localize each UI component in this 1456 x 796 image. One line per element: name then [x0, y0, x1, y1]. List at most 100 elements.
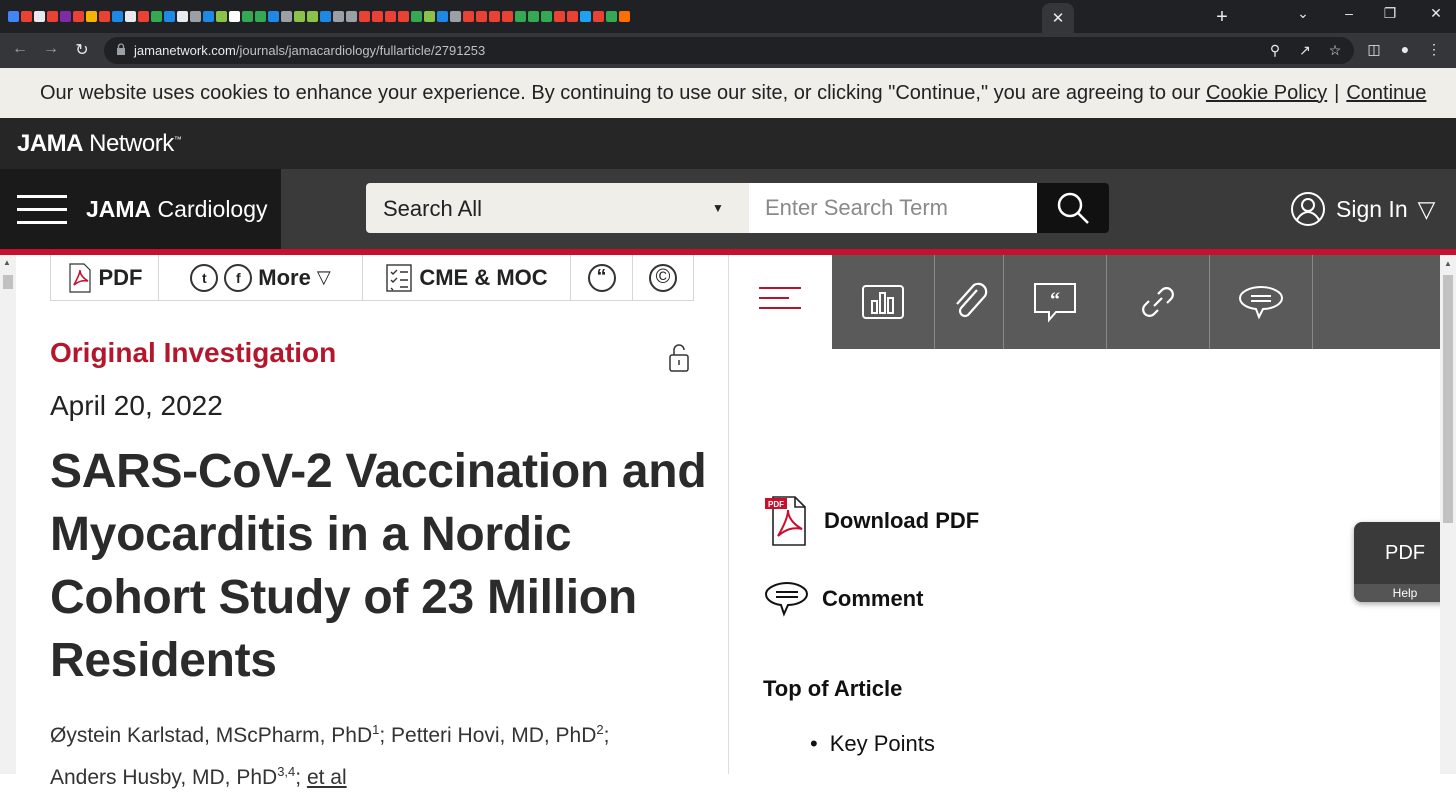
share-tool[interactable]: t f More ▽ [159, 255, 363, 300]
tab-favicon[interactable] [255, 11, 266, 22]
author-name[interactable]: Øystein Karlstad, MScPharm, PhD [50, 724, 372, 747]
journal-name[interactable]: JAMA Cardiology [86, 196, 268, 223]
tab-favicon[interactable] [502, 11, 513, 22]
maximize-button[interactable]: ❐ [1375, 5, 1405, 22]
tab-close-icon[interactable]: ✕ [1052, 9, 1065, 27]
tab-figures[interactable] [832, 255, 935, 349]
tab-favicon[interactable] [151, 11, 162, 22]
tab-favicon[interactable] [346, 11, 357, 22]
jama-network-logo[interactable]: JAMA Network™ [17, 130, 182, 158]
tab-favicon[interactable] [580, 11, 591, 22]
top-of-article-link[interactable]: Top of Article [763, 676, 902, 702]
tab-favicon[interactable] [86, 11, 97, 22]
tab-favicon[interactable] [619, 11, 630, 22]
cme-tool[interactable]: CME & MOC [363, 255, 571, 300]
tab-favicon[interactable] [567, 11, 578, 22]
tab-related[interactable] [1107, 255, 1210, 349]
address-bar[interactable]: jamanetwork.com/journals/jamacardiology/… [104, 37, 1354, 64]
tab-favicon[interactable] [489, 11, 500, 22]
tab-favicon[interactable] [112, 11, 123, 22]
active-tab[interactable]: ✕ [1042, 3, 1074, 33]
sign-in-button[interactable]: Sign In ▽ [1290, 191, 1435, 227]
key-points-link[interactable]: Key Points [810, 731, 935, 757]
tab-favicon[interactable] [164, 11, 175, 22]
tab-favicon[interactable] [463, 11, 474, 22]
scroll-up-icon[interactable]: ▲ [3, 258, 11, 267]
tab-favicon[interactable] [73, 11, 84, 22]
tab-favicon[interactable] [203, 11, 214, 22]
close-window-button[interactable]: ✕ [1421, 5, 1451, 22]
right-scroll-thumb[interactable] [1443, 275, 1453, 523]
tab-favicon[interactable] [138, 11, 149, 22]
pdf-tool[interactable]: PDF [51, 255, 159, 300]
back-icon[interactable]: ← [10, 40, 30, 58]
tab-favicon[interactable] [450, 11, 461, 22]
scroll-up-icon[interactable]: ▲ [1444, 259, 1452, 268]
tab-favicon[interactable] [398, 11, 409, 22]
tab-favicon[interactable] [515, 11, 526, 22]
download-pdf-link[interactable]: PDF Download PDF [764, 494, 979, 548]
cookie-policy-link[interactable]: Cookie Policy [1206, 82, 1327, 105]
reload-icon[interactable]: ↻ [72, 40, 92, 60]
hamburger-menu-icon[interactable] [17, 195, 67, 225]
tab-favicon[interactable] [307, 11, 318, 22]
search-button[interactable] [1037, 183, 1109, 233]
tab-favicon[interactable] [437, 11, 448, 22]
left-scroll-thumb[interactable] [3, 275, 13, 289]
comment-link[interactable]: Comment [764, 580, 923, 618]
tab-supplements[interactable] [935, 255, 1004, 349]
tab-favicon[interactable] [281, 11, 292, 22]
tab-favicon[interactable] [411, 11, 422, 22]
tab-favicon[interactable] [99, 11, 110, 22]
right-scrollbar[interactable]: ▲ [1440, 255, 1456, 774]
tab-favicon[interactable] [320, 11, 331, 22]
share-icon[interactable]: ↗ [1296, 42, 1314, 59]
tab-favicon[interactable] [593, 11, 604, 22]
tab-favicon[interactable] [554, 11, 565, 22]
tab-favicon[interactable] [177, 11, 188, 22]
permissions-tool[interactable]: © [633, 255, 693, 300]
tab-favicon[interactable] [190, 11, 201, 22]
tab-favicon[interactable] [47, 11, 58, 22]
cookie-continue-link[interactable]: Continue [1346, 82, 1426, 105]
tab-favicon[interactable] [294, 11, 305, 22]
tab-favicon[interactable] [60, 11, 71, 22]
tab-favicon[interactable] [21, 11, 32, 22]
tab-favicon[interactable] [242, 11, 253, 22]
author-name[interactable]: ; Petteri Hovi, MD, PhD [379, 724, 596, 747]
author-name[interactable]: Anders Husby, MD, PhD [50, 766, 277, 789]
tab-favicon[interactable] [528, 11, 539, 22]
tab-favicon[interactable] [333, 11, 344, 22]
search-scope-select[interactable]: Search All ▼ [366, 183, 749, 233]
tab-favicon[interactable] [125, 11, 136, 22]
et-al-link[interactable]: et al [307, 766, 347, 789]
article-nav-menu-icon[interactable] [759, 287, 801, 319]
side-panel-icon[interactable]: ◫ [1364, 41, 1384, 58]
new-tab-button[interactable]: + [1212, 6, 1232, 29]
left-scrollbar[interactable]: ▲ [0, 255, 16, 774]
tab-favicon[interactable] [359, 11, 370, 22]
tab-favicon[interactable] [372, 11, 383, 22]
affiliation-sup[interactable]: 2 [596, 722, 603, 737]
more-label[interactable]: More [258, 265, 311, 291]
affiliation-sup[interactable]: 3,4 [277, 764, 295, 779]
tab-favicon[interactable] [476, 11, 487, 22]
tab-favicon[interactable] [229, 11, 240, 22]
tab-favicon[interactable] [606, 11, 617, 22]
tab-favicon[interactable] [385, 11, 396, 22]
bookmark-star-icon[interactable]: ☆ [1326, 42, 1344, 59]
tab-favicon[interactable] [541, 11, 552, 22]
tab-favicon[interactable] [8, 11, 19, 22]
profile-icon[interactable]: ● [1395, 41, 1415, 57]
cite-tool[interactable]: “ [571, 255, 633, 300]
minimize-button[interactable]: – [1334, 5, 1364, 21]
facebook-icon[interactable]: f [224, 263, 253, 292]
tab-favicon[interactable] [34, 11, 45, 22]
tab-cite[interactable]: “ [1004, 255, 1107, 349]
article-category[interactable]: Original Investigation [50, 337, 336, 369]
zoom-icon[interactable]: ⚲ [1266, 42, 1284, 59]
tab-comments[interactable] [1210, 255, 1313, 349]
twitter-icon[interactable]: t [190, 263, 219, 292]
menu-kebab-icon[interactable]: ⋮ [1424, 41, 1444, 58]
forward-icon[interactable]: → [41, 40, 61, 58]
